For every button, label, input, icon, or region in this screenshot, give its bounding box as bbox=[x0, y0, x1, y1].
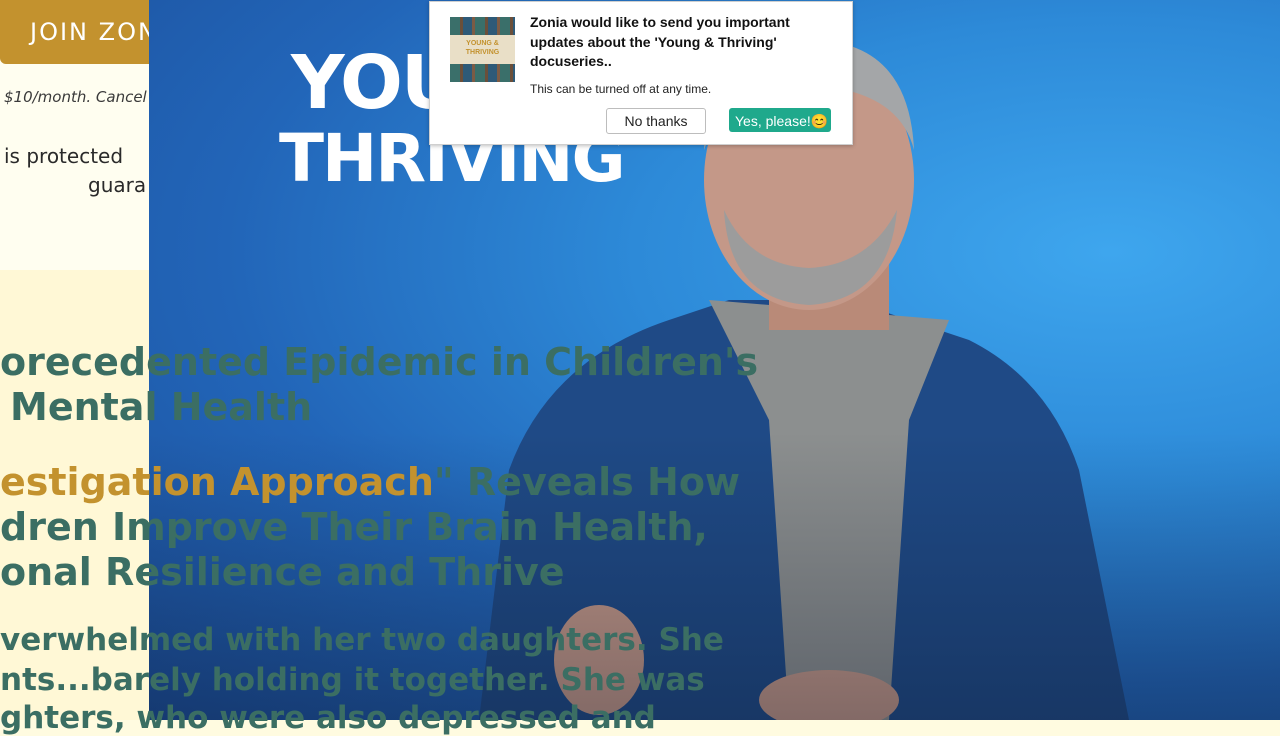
body-line-3: ghters, who were also depressed and bbox=[0, 700, 656, 736]
headline-line-5: onal Resilience and Thrive bbox=[0, 550, 565, 594]
join-button[interactable]: JOIN ZON bbox=[0, 0, 150, 64]
headline-line-2: Mental Health bbox=[10, 385, 313, 429]
headline-highlight: estigation Approach bbox=[0, 460, 434, 504]
body-line-1: verwhelmed with her two daughters. She bbox=[0, 622, 724, 658]
guarantee-text: guara bbox=[88, 173, 147, 197]
headline-line-3: estigation Approach" Reveals How bbox=[0, 460, 740, 504]
price-note: $10/month. Cancel bbox=[4, 88, 147, 106]
protected-text: is protected bbox=[4, 144, 124, 168]
notification-prompt: YOUNG & THRIVING Zonia would like to sen… bbox=[429, 1, 853, 145]
headline-line-3-rest: " Reveals How bbox=[433, 460, 741, 504]
page-header-area: JOIN ZON $10/month. Cancel is protected … bbox=[0, 0, 150, 270]
notification-thumbnail: YOUNG & THRIVING bbox=[450, 17, 515, 82]
thumbnail-label: YOUNG & THRIVING bbox=[465, 40, 500, 56]
no-thanks-button[interactable]: No thanks bbox=[606, 108, 706, 134]
yes-please-button[interactable]: Yes, please!😊 bbox=[729, 108, 831, 132]
body-line-2: nts...barely holding it together. She wa… bbox=[0, 662, 705, 698]
notification-title: Zonia would like to send you important u… bbox=[530, 14, 790, 69]
headline-line-1: orecedented Epidemic in Children's bbox=[0, 340, 759, 384]
notification-subtitle: This can be turned off at any time. bbox=[530, 82, 712, 96]
headline-line-4: dren Improve Their Brain Health, bbox=[0, 505, 708, 549]
